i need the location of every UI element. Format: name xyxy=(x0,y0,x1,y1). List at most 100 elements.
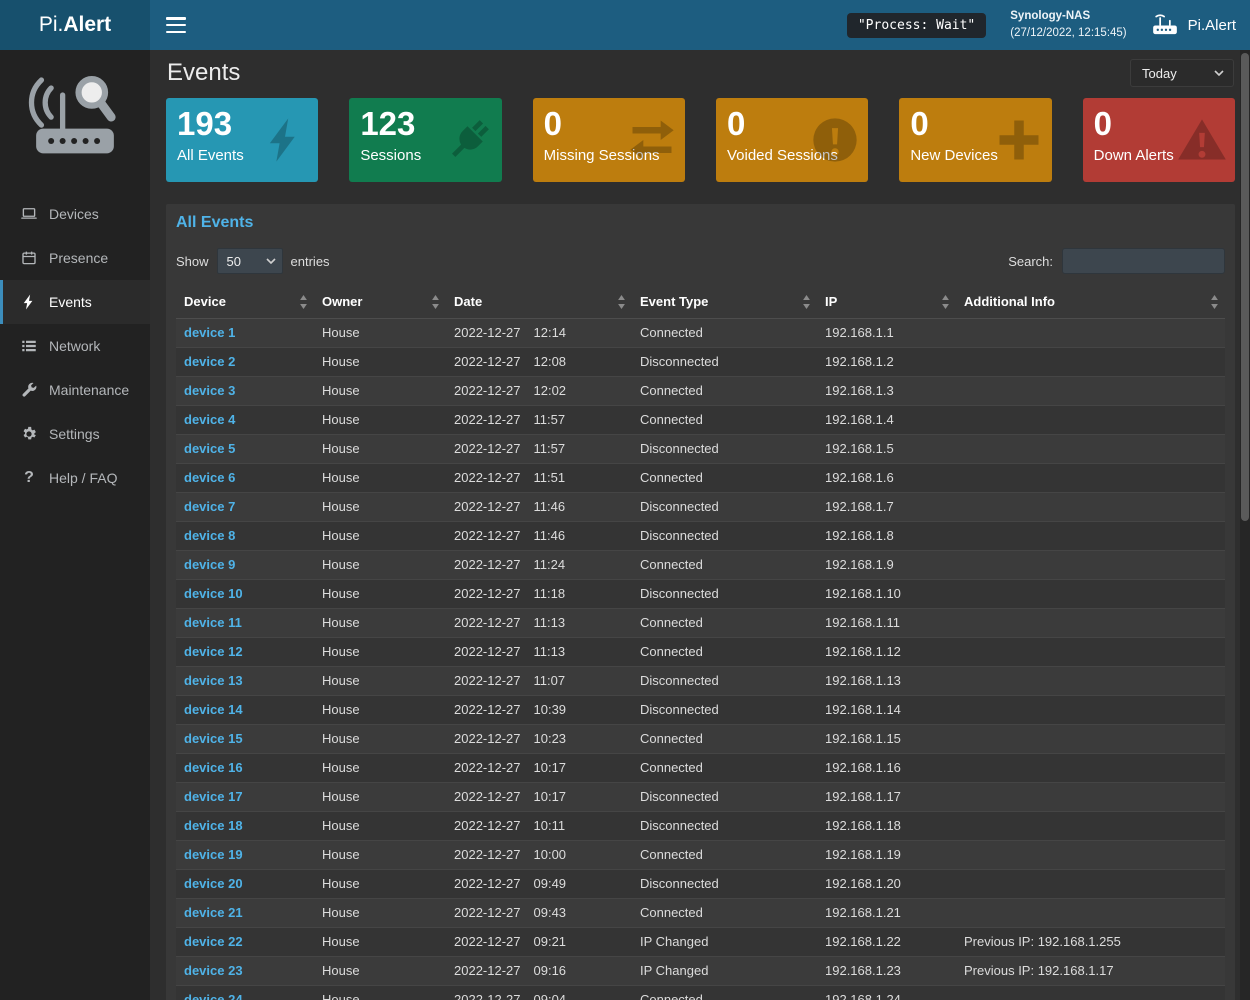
event-type-cell: Disconnected xyxy=(632,783,817,812)
event-time: 11:46 xyxy=(534,499,566,514)
additional-info-cell xyxy=(956,754,1225,783)
device-link[interactable]: device 6 xyxy=(184,470,235,485)
event-date: 2022-12-27 xyxy=(454,586,521,601)
event-time: 12:02 xyxy=(534,383,567,398)
additional-info-cell: Previous IP: 192.168.1.255 xyxy=(956,928,1225,957)
column-header-device[interactable]: Device xyxy=(176,286,314,319)
app-badge[interactable]: Pi.Alert xyxy=(1151,13,1236,37)
hamburger-menu-icon[interactable] xyxy=(166,17,186,33)
sidebar-item-settings[interactable]: Settings xyxy=(0,412,150,456)
device-link[interactable]: device 4 xyxy=(184,412,235,427)
table-row: device 9 House 2022-12-2711:24 Connected… xyxy=(176,551,1225,580)
sort-icon xyxy=(299,295,308,309)
table-row: device 13 House 2022-12-2711:07 Disconne… xyxy=(176,667,1225,696)
page-header: Events Today xyxy=(166,50,1235,97)
event-type-cell: Connected xyxy=(632,319,817,348)
device-link[interactable]: device 15 xyxy=(184,731,243,746)
device-link[interactable]: device 3 xyxy=(184,383,235,398)
additional-info-cell xyxy=(956,986,1225,1000)
event-date: 2022-12-27 xyxy=(454,934,521,949)
table-row: device 18 House 2022-12-2710:11 Disconne… xyxy=(176,812,1225,841)
ip-cell: 192.168.1.7 xyxy=(817,493,956,522)
device-link[interactable]: device 22 xyxy=(184,934,243,949)
additional-info-cell xyxy=(956,638,1225,667)
additional-info-cell xyxy=(956,406,1225,435)
additional-info-cell xyxy=(956,464,1225,493)
event-time: 09:49 xyxy=(534,876,567,891)
sidebar-item-events[interactable]: Events xyxy=(0,280,150,324)
event-date: 2022-12-27 xyxy=(454,528,521,543)
device-link[interactable]: device 20 xyxy=(184,876,243,891)
table-row: device 5 House 2022-12-2711:57 Disconnec… xyxy=(176,435,1225,464)
event-time: 10:17 xyxy=(534,760,567,775)
sidebar-item-network[interactable]: Network xyxy=(0,324,150,368)
card-down-alerts[interactable]: 0 Down Alerts xyxy=(1083,98,1235,182)
sidebar-item-devices[interactable]: Devices xyxy=(0,192,150,236)
event-date: 2022-12-27 xyxy=(454,499,521,514)
device-link[interactable]: device 17 xyxy=(184,789,243,804)
device-link[interactable]: device 11 xyxy=(184,615,242,630)
card-missing-sessions[interactable]: 0 Missing Sessions xyxy=(533,98,685,182)
device-link[interactable]: device 19 xyxy=(184,847,243,862)
table-row: device 2 House 2022-12-2712:08 Disconnec… xyxy=(176,348,1225,377)
column-header-date[interactable]: Date xyxy=(446,286,632,319)
column-header-additional-info[interactable]: Additional Info xyxy=(956,286,1225,319)
device-link[interactable]: device 2 xyxy=(184,354,235,369)
period-select[interactable]: Today xyxy=(1130,59,1234,87)
table-header: Device Owner Date Event Type IP Addition… xyxy=(176,286,1225,319)
owner-cell: House xyxy=(314,377,446,406)
events-table: Device Owner Date Event Type IP Addition… xyxy=(176,286,1225,1000)
table-row: device 6 House 2022-12-2711:51 Connected… xyxy=(176,464,1225,493)
table-row: device 15 House 2022-12-2710:23 Connecte… xyxy=(176,725,1225,754)
additional-info-cell xyxy=(956,551,1225,580)
event-time: 12:08 xyxy=(534,354,567,369)
vertical-scrollbar[interactable] xyxy=(1240,50,1250,1000)
event-date: 2022-12-27 xyxy=(454,905,521,920)
card-all-events[interactable]: 193 All Events xyxy=(166,98,318,182)
event-type-cell: Disconnected xyxy=(632,696,817,725)
sidebar-item-help-faq[interactable]: ? Help / FAQ xyxy=(0,456,150,500)
question-icon: ? xyxy=(20,469,38,487)
device-link[interactable]: device 14 xyxy=(184,702,243,717)
device-link[interactable]: device 23 xyxy=(184,963,243,978)
sidebar-item-maintenance[interactable]: Maintenance xyxy=(0,368,150,412)
column-header-owner[interactable]: Owner xyxy=(314,286,446,319)
device-link[interactable]: device 13 xyxy=(184,673,243,688)
device-link[interactable]: device 8 xyxy=(184,528,235,543)
page-length-select[interactable]: 50 xyxy=(217,248,283,274)
device-link[interactable]: device 18 xyxy=(184,818,243,833)
column-header-event-type[interactable]: Event Type xyxy=(632,286,817,319)
device-link[interactable]: device 10 xyxy=(184,586,243,601)
event-type-cell: Disconnected xyxy=(632,580,817,609)
event-date: 2022-12-27 xyxy=(454,383,521,398)
card-new-devices[interactable]: 0 New Devices xyxy=(899,98,1051,182)
column-header-ip[interactable]: IP xyxy=(817,286,956,319)
plug-icon xyxy=(443,114,495,166)
owner-cell: House xyxy=(314,638,446,667)
device-link[interactable]: device 21 xyxy=(184,905,243,920)
sidebar-item-label: Presence xyxy=(49,250,108,266)
device-link[interactable]: device 16 xyxy=(184,760,243,775)
ip-cell: 192.168.1.21 xyxy=(817,899,956,928)
card-voided-sessions[interactable]: 0 Voided Sessions xyxy=(716,98,868,182)
device-link[interactable]: device 9 xyxy=(184,557,235,572)
additional-info-cell: Previous IP: 192.168.1.17 xyxy=(956,957,1225,986)
brand-logo[interactable]: Pi.Alert xyxy=(0,0,150,50)
card-sessions[interactable]: 123 Sessions xyxy=(349,98,501,182)
device-link[interactable]: device 24 xyxy=(184,992,243,1000)
device-link[interactable]: device 1 xyxy=(184,325,235,340)
table-row: device 24 House 2022-12-2709:04 Connecte… xyxy=(176,986,1225,1000)
search-label: Search: xyxy=(1008,254,1053,269)
device-link[interactable]: device 12 xyxy=(184,644,243,659)
search-input[interactable] xyxy=(1062,248,1225,274)
owner-cell: House xyxy=(314,725,446,754)
device-link[interactable]: device 7 xyxy=(184,499,235,514)
device-link[interactable]: device 5 xyxy=(184,441,235,456)
sidebar-item-presence[interactable]: Presence xyxy=(0,236,150,280)
table-row: device 12 House 2022-12-2711:13 Connecte… xyxy=(176,638,1225,667)
table-row: device 14 House 2022-12-2710:39 Disconne… xyxy=(176,696,1225,725)
owner-cell: House xyxy=(314,667,446,696)
event-type-cell: Connected xyxy=(632,551,817,580)
scrollbar-thumb[interactable] xyxy=(1241,53,1249,521)
process-status-badge[interactable]: "Process: Wait" xyxy=(847,13,986,38)
